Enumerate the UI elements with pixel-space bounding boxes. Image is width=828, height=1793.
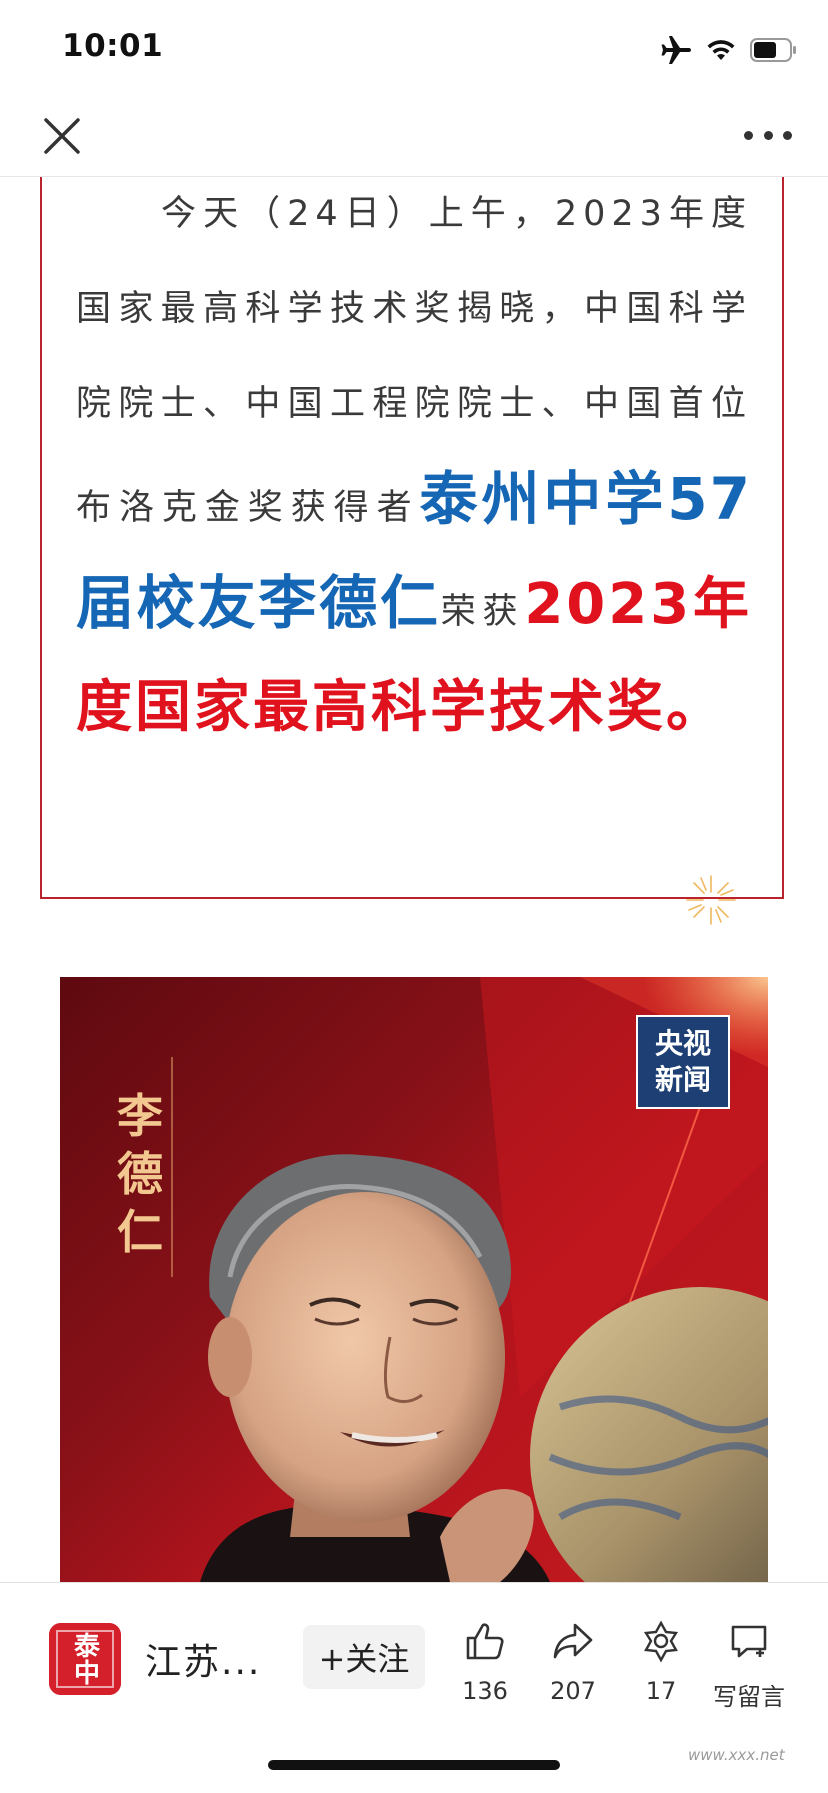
- watermark: www.xxx.net: [688, 1746, 785, 1764]
- wow-flower-icon: [643, 1620, 679, 1663]
- wow-button[interactable]: 17: [616, 1619, 706, 1705]
- more-dot-icon: [763, 130, 773, 140]
- more-dot-icon: [783, 130, 792, 140]
- follow-button[interactable]: +关注: [303, 1625, 425, 1689]
- home-indicator[interactable]: [268, 1760, 560, 1770]
- account-name[interactable]: 江苏...: [145, 1633, 261, 1685]
- logo-line: 央视: [654, 1027, 711, 1060]
- write-comment-button[interactable]: 写留言: [704, 1619, 794, 1712]
- battery-icon: [750, 38, 796, 62]
- close-button[interactable]: [38, 112, 86, 160]
- person-name-vertical: 李 德 仁: [110, 1087, 170, 1261]
- share-arrow-icon: [553, 1623, 593, 1659]
- share-button[interactable]: 207: [528, 1619, 618, 1705]
- nav-bar: [0, 96, 828, 177]
- cctv-news-logo: 央视 新闻: [636, 1015, 730, 1109]
- logo-line: 新闻: [654, 1063, 711, 1096]
- article-content: 今天（24日）上午，2023年度国家最高科学技术奖揭晓，中国科学院院士、中国工程…: [0, 177, 828, 1582]
- article-text-box: 今天（24日）上午，2023年度国家最高科学技术奖揭晓，中国科学院院士、中国工程…: [40, 177, 784, 899]
- article-paragraph: 今天（24日）上午，2023年度国家最高科学技术奖揭晓，中国科学院院士、中国工程…: [76, 177, 752, 763]
- airplane-icon: [661, 36, 691, 64]
- sparkle-decoration-icon: [686, 875, 736, 925]
- avatar-text: 泰中: [69, 1632, 100, 1686]
- thumbs-up-icon: [466, 1623, 504, 1660]
- name-char: 德: [117, 1147, 163, 1201]
- write-comment-label: 写留言: [713, 1683, 785, 1711]
- account-avatar[interactable]: 泰中: [49, 1623, 121, 1695]
- status-time: 10:01: [62, 28, 164, 64]
- share-count: 207: [550, 1677, 596, 1705]
- close-icon: [44, 118, 80, 154]
- like-count: 136: [462, 1677, 508, 1705]
- wifi-icon: [707, 40, 735, 60]
- more-dot-icon: [744, 130, 753, 140]
- name-char: 李: [117, 1089, 163, 1143]
- name-char: 仁: [117, 1205, 163, 1259]
- comment-add-icon: [731, 1625, 767, 1658]
- status-bar: 10:01: [0, 0, 828, 96]
- wow-count: 17: [645, 1677, 677, 1705]
- article-photo[interactable]: 李 德 仁 央视 新闻: [60, 977, 768, 1582]
- status-icons: [660, 32, 798, 68]
- more-options-button[interactable]: [744, 122, 792, 148]
- like-button[interactable]: 136: [440, 1619, 530, 1705]
- after-blue-text: 荣获: [440, 592, 525, 632]
